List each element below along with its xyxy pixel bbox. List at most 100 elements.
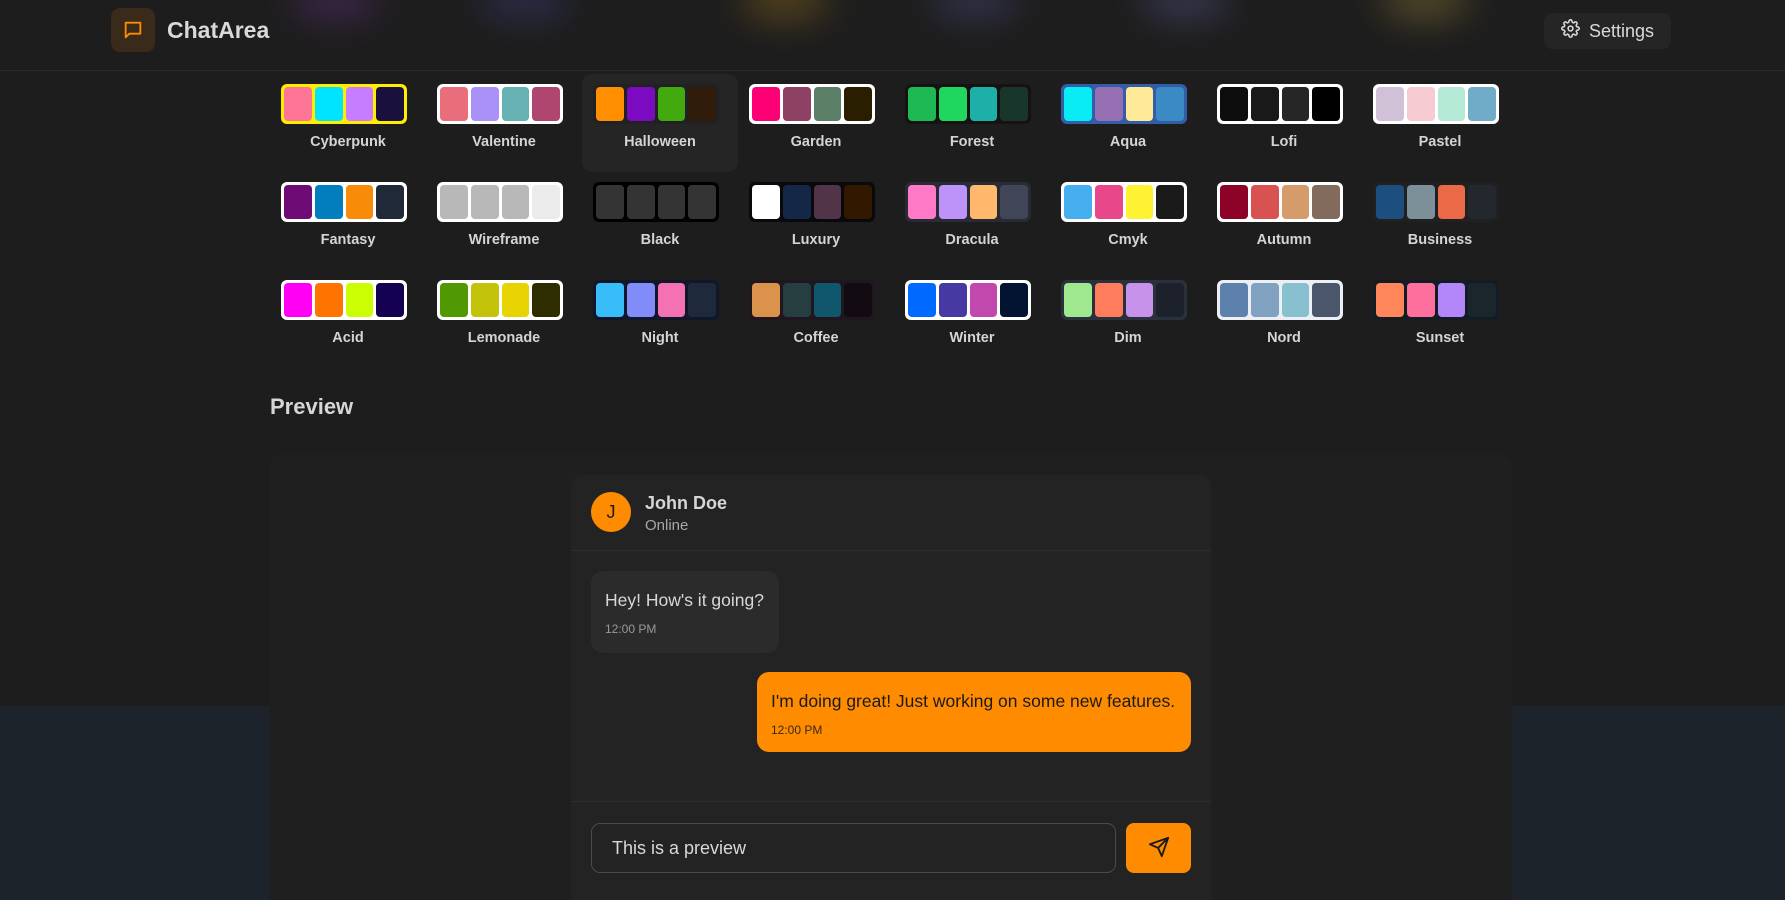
- color-chip: [1468, 283, 1496, 317]
- color-chip: [908, 87, 936, 121]
- color-chip: [1437, 185, 1466, 219]
- color-chip: [844, 283, 872, 317]
- theme-option-halloween[interactable]: Halloween: [582, 74, 738, 172]
- color-chip: [1468, 87, 1496, 121]
- color-chip: [1437, 283, 1466, 317]
- color-chip: [813, 283, 842, 317]
- theme-label: Acid: [332, 330, 364, 346]
- theme-label: Dim: [1114, 330, 1142, 346]
- theme-option-lemonade[interactable]: Lemonade: [426, 270, 582, 368]
- color-chip: [470, 185, 499, 219]
- color-chip: [440, 185, 468, 219]
- settings-label: Settings: [1588, 20, 1655, 41]
- settings-button[interactable]: Settings: [1544, 13, 1671, 49]
- theme-swatch: [1061, 182, 1187, 222]
- theme-option-valentine[interactable]: Valentine: [426, 74, 582, 172]
- color-chip: [969, 185, 998, 219]
- color-chip: [782, 283, 811, 317]
- theme-option-night[interactable]: Night: [582, 270, 738, 368]
- send-button[interactable]: [1126, 823, 1191, 873]
- message-input[interactable]: [591, 823, 1116, 873]
- contact-name: John Doe: [645, 493, 728, 513]
- color-chip: [1000, 185, 1028, 219]
- color-chip: [1156, 87, 1184, 121]
- theme-option-wireframe[interactable]: Wireframe: [426, 172, 582, 270]
- gear-icon: [1561, 19, 1580, 43]
- color-chip: [969, 283, 998, 317]
- theme-option-forest[interactable]: Forest: [894, 74, 1050, 172]
- theme-option-coffee[interactable]: Coffee: [738, 270, 894, 368]
- theme-option-black[interactable]: Black: [582, 172, 738, 270]
- theme-label: Fantasy: [320, 232, 376, 248]
- color-chip: [440, 283, 468, 317]
- color-chip: [626, 185, 655, 219]
- color-chip: [969, 87, 998, 121]
- color-chip: [501, 283, 530, 317]
- theme-label: Cmyk: [1108, 232, 1148, 248]
- theme-option-pastel[interactable]: Pastel: [1362, 74, 1518, 172]
- color-chip: [1437, 87, 1466, 121]
- color-chip: [1064, 185, 1092, 219]
- color-chip: [470, 87, 499, 121]
- color-chip: [1064, 87, 1092, 121]
- color-chip: [626, 283, 655, 317]
- color-chip: [1156, 185, 1184, 219]
- color-chip: [284, 87, 312, 121]
- color-chip: [938, 283, 967, 317]
- theme-option-business[interactable]: Business: [1362, 172, 1518, 270]
- theme-option-cyberpunk[interactable]: Cyberpunk: [270, 74, 426, 172]
- theme-swatch: [593, 280, 719, 320]
- theme-option-lofi[interactable]: Lofi: [1206, 74, 1362, 172]
- theme-swatch: [437, 280, 563, 320]
- theme-option-dim[interactable]: Dim: [1050, 270, 1206, 368]
- theme-option-sunset[interactable]: Sunset: [1362, 270, 1518, 368]
- brand[interactable]: ChatArea: [111, 8, 269, 52]
- color-chip: [1406, 185, 1435, 219]
- color-chip: [376, 87, 404, 121]
- theme-option-luxury[interactable]: Luxury: [738, 172, 894, 270]
- theme-swatch: [1217, 182, 1343, 222]
- color-chip: [1468, 185, 1496, 219]
- theme-label: Night: [641, 330, 679, 346]
- color-chip: [314, 283, 343, 317]
- theme-label: Pastel: [1418, 134, 1462, 150]
- theme-swatch: [1373, 84, 1499, 124]
- theme-option-cmyk[interactable]: Cmyk: [1050, 172, 1206, 270]
- theme-label: Business: [1407, 232, 1473, 248]
- theme-option-aqua[interactable]: Aqua: [1050, 74, 1206, 172]
- theme-swatch: [1061, 280, 1187, 320]
- theme-option-autumn[interactable]: Autumn: [1206, 172, 1362, 270]
- color-chip: [1220, 283, 1248, 317]
- color-chip: [657, 185, 686, 219]
- color-chip: [314, 185, 343, 219]
- theme-label: Lemonade: [467, 330, 541, 346]
- theme-swatch: [749, 182, 875, 222]
- color-chip: [314, 87, 343, 121]
- color-chip: [1250, 283, 1279, 317]
- theme-swatch: [1217, 84, 1343, 124]
- theme-option-dracula[interactable]: Dracula: [894, 172, 1050, 270]
- avatar: J: [591, 492, 631, 532]
- color-chip: [688, 283, 716, 317]
- chat-preview-card: J John Doe Online Hey! How's it going? 1…: [571, 475, 1211, 900]
- theme-label: Nord: [1267, 330, 1301, 346]
- color-chip: [1312, 283, 1340, 317]
- theme-option-nord[interactable]: Nord: [1206, 270, 1362, 368]
- message-text: Hey! How's it going?: [605, 590, 764, 610]
- theme-swatch: [437, 84, 563, 124]
- theme-swatch: [749, 280, 875, 320]
- theme-option-acid[interactable]: Acid: [270, 270, 426, 368]
- theme-option-winter[interactable]: Winter: [894, 270, 1050, 368]
- theme-grid: Cyberpunk Valentine Halloween Garden Forest A…: [270, 74, 1518, 368]
- theme-option-fantasy[interactable]: Fantasy: [270, 172, 426, 270]
- color-chip: [1376, 283, 1404, 317]
- color-chip: [1250, 185, 1279, 219]
- color-chip: [1250, 87, 1279, 121]
- color-chip: [1281, 283, 1310, 317]
- color-chip: [596, 87, 624, 121]
- color-chip: [908, 185, 936, 219]
- theme-option-garden[interactable]: Garden: [738, 74, 894, 172]
- theme-swatch: [437, 182, 563, 222]
- color-chip: [376, 185, 404, 219]
- theme-label: Wireframe: [468, 232, 540, 248]
